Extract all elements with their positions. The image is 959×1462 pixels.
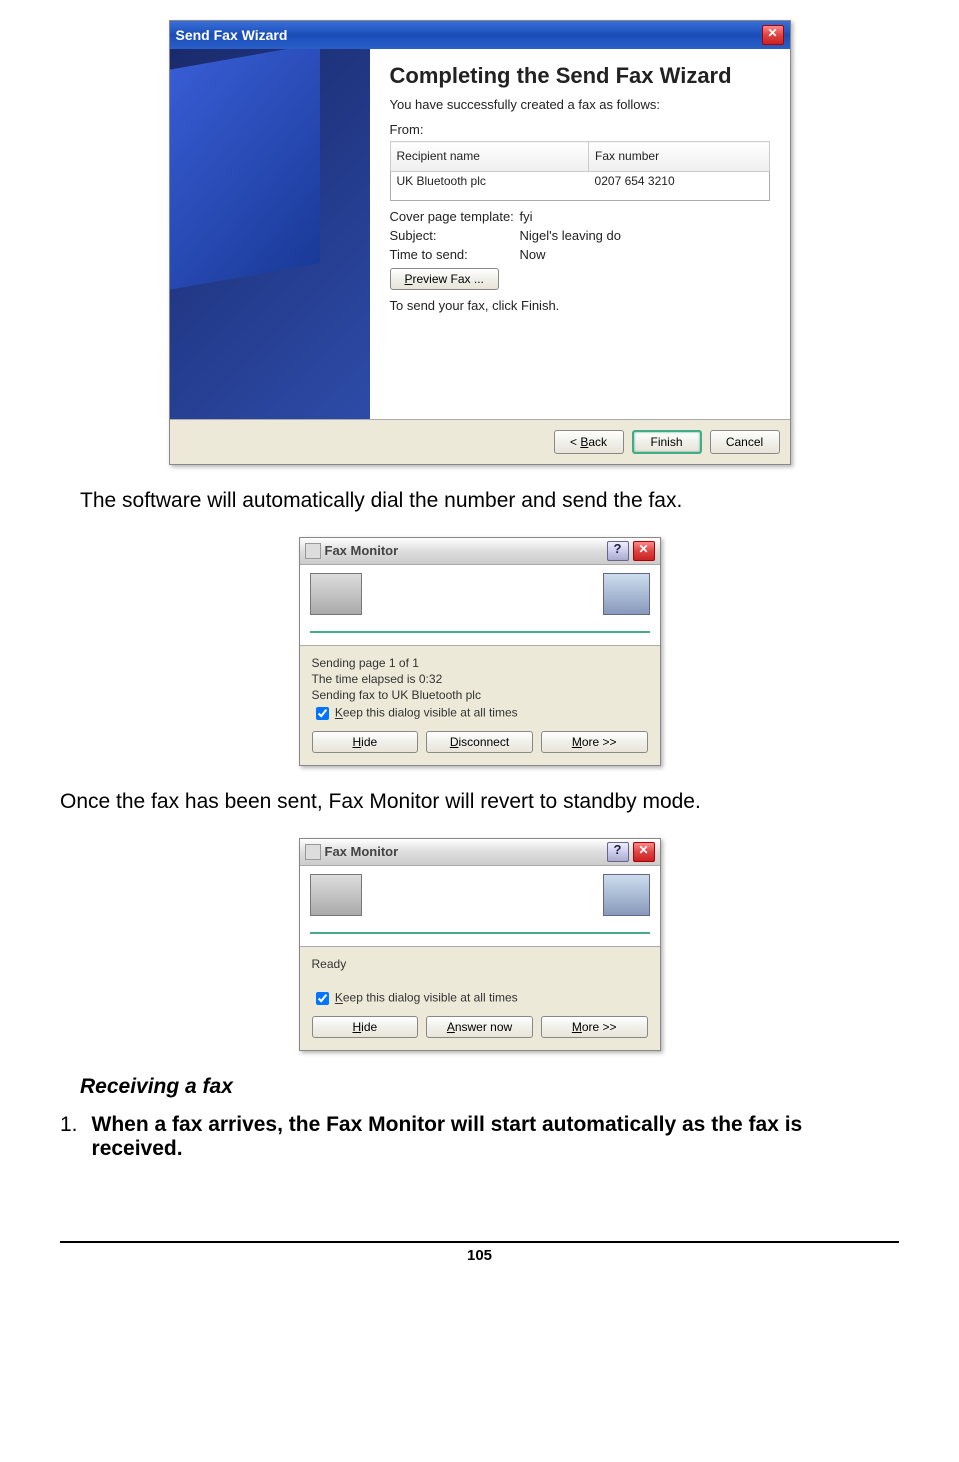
monitor1-titlebar: Fax Monitor ? ✕ (300, 538, 660, 565)
keep-visible-checkbox[interactable] (316, 992, 329, 1005)
th-fax-number: Fax number (589, 142, 769, 172)
keep-visible-checkbox[interactable] (316, 707, 329, 720)
finish-button[interactable]: Finish (632, 430, 702, 454)
help-icon[interactable]: ? (607, 842, 629, 862)
status-line-3: Sending fax to UK Bluetooth plc (312, 688, 648, 702)
wizard-footer: < Back Finish Cancel (170, 419, 790, 464)
preview-fax-label: review Fax ... (413, 272, 484, 286)
fax-monitor-sending-dialog: Fax Monitor ? ✕ Sending page 1 of 1 The … (299, 537, 661, 766)
progress-line (310, 932, 650, 934)
wizard-titlebar: Send Fax Wizard ✕ (170, 21, 790, 49)
finish-instruction: To send your fax, click Finish. (390, 298, 770, 313)
progress-line (310, 631, 650, 633)
time-value: Now (520, 247, 546, 262)
hide-button[interactable]: Hide (312, 1016, 419, 1038)
cover-label: Cover page template: (390, 209, 520, 224)
send-fax-wizard-dialog: Send Fax Wizard ✕ Completing the Send Fa… (169, 20, 791, 465)
more-button[interactable]: More >> (541, 1016, 648, 1038)
body-text-1: The software will automatically dial the… (80, 489, 899, 513)
cover-value: fyi (520, 209, 533, 224)
wizard-subtext: You have successfully created a fax as f… (390, 97, 770, 112)
wizard-heading: Completing the Send Fax Wizard (390, 63, 770, 89)
body-text-2: Once the fax has been sent, Fax Monitor … (60, 790, 899, 814)
close-icon[interactable]: ✕ (633, 541, 655, 561)
cell-fax-number: 0207 654 3210 (589, 171, 769, 201)
fax-machine-icon (310, 573, 362, 615)
status-line-1: Sending page 1 of 1 (312, 656, 648, 670)
cell-recipient: UK Bluetooth plc (390, 171, 589, 201)
recipient-table: Recipient name Fax number UK Bluetooth p… (390, 141, 770, 201)
monitor1-visual (300, 565, 660, 646)
close-icon[interactable]: ✕ (633, 842, 655, 862)
more-button[interactable]: More >> (541, 731, 648, 753)
th-recipient: Recipient name (390, 142, 589, 172)
fax-monitor-icon (305, 543, 321, 559)
time-label: Time to send: (390, 247, 520, 262)
monitor1-title: Fax Monitor (325, 543, 399, 558)
step-number: 1. (60, 1113, 78, 1161)
cancel-button[interactable]: Cancel (710, 430, 780, 454)
computer-icon (603, 874, 650, 916)
monitor2-title: Fax Monitor (325, 844, 399, 859)
monitor2-visual (300, 866, 660, 947)
preview-fax-button[interactable]: Preview Fax ... (390, 268, 499, 290)
page-footer: 105 (60, 1241, 899, 1264)
subject-label: Subject: (390, 228, 520, 243)
fax-monitor-icon (305, 844, 321, 860)
wizard-side-graphic (170, 49, 370, 419)
receiving-heading: Receiving a fax (80, 1075, 899, 1099)
page-number: 105 (467, 1247, 492, 1264)
subject-value: Nigel's leaving do (520, 228, 622, 243)
step-text: When a fax arrives, the Fax Monitor will… (92, 1113, 899, 1161)
keep-visible-label: eep this dialog visible at all times (343, 706, 518, 720)
close-icon[interactable]: ✕ (762, 25, 784, 45)
fax-monitor-ready-dialog: Fax Monitor ? ✕ Ready Keep this dialog v… (299, 838, 661, 1051)
status-ready: Ready (312, 957, 648, 971)
wizard-title: Send Fax Wizard (176, 27, 288, 43)
status-line-2: The time elapsed is 0:32 (312, 672, 648, 686)
table-row[interactable]: UK Bluetooth plc 0207 654 3210 (390, 171, 769, 201)
monitor2-titlebar: Fax Monitor ? ✕ (300, 839, 660, 866)
answer-now-button[interactable]: Answer now (426, 1016, 533, 1038)
step-1: 1. When a fax arrives, the Fax Monitor w… (60, 1113, 899, 1161)
hide-button[interactable]: Hide (312, 731, 419, 753)
back-button[interactable]: < Back (554, 430, 624, 454)
keep-visible-label: eep this dialog visible at all times (343, 991, 518, 1005)
fax-machine-icon (310, 874, 362, 916)
disconnect-button[interactable]: Disconnect (426, 731, 533, 753)
help-icon[interactable]: ? (607, 541, 629, 561)
from-label: From: (390, 122, 770, 137)
computer-icon (603, 573, 650, 615)
